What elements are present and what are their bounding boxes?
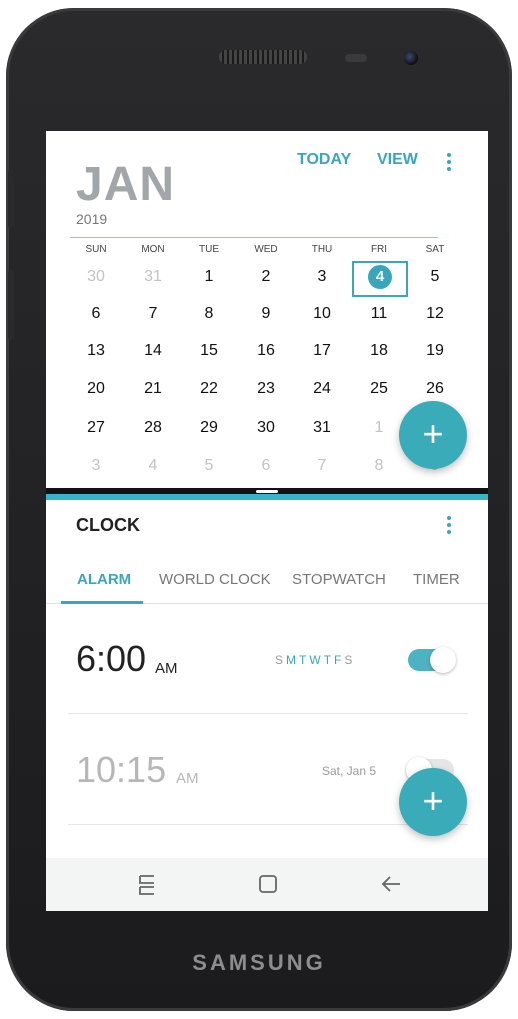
calendar-day[interactable]: 15 xyxy=(181,342,237,360)
calendar-day[interactable]: 19 xyxy=(407,342,463,360)
home-icon[interactable] xyxy=(258,874,278,894)
calendar-day[interactable]: 5 xyxy=(407,268,463,286)
alarm-toggle-on[interactable] xyxy=(408,647,456,673)
calendar-day[interactable]: 9 xyxy=(238,305,294,323)
calendar-day[interactable]: 29 xyxy=(181,419,237,437)
calendar-more-options-icon[interactable] xyxy=(447,153,451,174)
tab-world-clock[interactable]: WORLD CLOCK xyxy=(159,571,271,588)
back-icon[interactable] xyxy=(380,874,402,894)
calendar-day[interactable]: 7 xyxy=(294,457,350,475)
calendar-day[interactable]: 21 xyxy=(125,380,181,398)
calendar-day[interactable]: 6 xyxy=(238,457,294,475)
calendar-day[interactable]: 22 xyxy=(181,380,237,398)
divider-handle-icon[interactable] xyxy=(256,490,278,493)
calendar-year: 2019 xyxy=(76,211,108,227)
front-camera xyxy=(404,51,418,65)
earpiece-speaker xyxy=(219,50,307,64)
add-alarm-button[interactable]: + xyxy=(399,768,467,836)
alarm-ampm: AM xyxy=(155,660,178,677)
calendar-day[interactable]: 10 xyxy=(294,305,350,323)
tab-alarm[interactable]: ALARM xyxy=(77,571,131,588)
calendar-day[interactable]: 16 xyxy=(238,342,294,360)
active-tab-indicator xyxy=(61,601,143,604)
calendar-day[interactable]: 13 xyxy=(68,342,124,360)
calendar-day[interactable]: 3 xyxy=(294,268,350,286)
calendar-month: JAN xyxy=(76,158,176,211)
tab-timer[interactable]: TIMER xyxy=(413,571,460,588)
calendar-day[interactable]: 1 xyxy=(181,268,237,286)
today-button[interactable]: TODAY xyxy=(297,151,351,169)
calendar-day[interactable]: 31 xyxy=(125,268,181,286)
calendar-day[interactable]: 26 xyxy=(407,380,463,398)
alarm-date: Sat, Jan 5 xyxy=(322,764,377,778)
calendar-day[interactable]: 17 xyxy=(294,342,350,360)
calendar-day[interactable]: 5 xyxy=(181,457,237,475)
calendar-day[interactable]: 30 xyxy=(68,268,124,286)
navigation-bar xyxy=(46,858,488,911)
weekday-label: THU xyxy=(311,244,333,255)
calendar-day-today[interactable]: 4 xyxy=(368,265,392,289)
add-event-button[interactable]: + xyxy=(399,401,467,469)
bixby-button xyxy=(8,270,14,340)
calendar-day[interactable]: 30 xyxy=(238,419,294,437)
volume-button xyxy=(8,170,14,228)
alarm-time: 10:15 xyxy=(76,749,167,790)
calendar-day[interactable]: 23 xyxy=(238,380,294,398)
calendar-day[interactable]: 8 xyxy=(351,457,407,475)
proximity-sensor xyxy=(345,54,367,62)
calendar-day[interactable]: 18 xyxy=(351,342,407,360)
clock-title: CLOCK xyxy=(76,515,140,535)
alarm-repeat-days: SMTWTFS xyxy=(275,653,356,667)
view-button[interactable]: VIEW xyxy=(377,151,418,169)
weekday-label: SUN xyxy=(85,244,107,255)
weekday-label: MON xyxy=(141,244,165,255)
weekday-label: SAT xyxy=(425,244,445,255)
weekday-label: FRI xyxy=(370,244,388,255)
calendar-day[interactable]: 25 xyxy=(351,380,407,398)
recent-apps-icon[interactable] xyxy=(137,874,157,896)
calendar-day[interactable]: 8 xyxy=(181,305,237,323)
calendar-day[interactable]: 28 xyxy=(125,419,181,437)
alarm-ampm: AM xyxy=(176,770,199,787)
calendar-day[interactable]: 3 xyxy=(68,457,124,475)
weekday-label: TUE xyxy=(199,244,219,255)
calendar-day[interactable]: 27 xyxy=(68,419,124,437)
calendar-day[interactable]: 24 xyxy=(294,380,350,398)
calendar-day[interactable]: 7 xyxy=(125,305,181,323)
calendar-day[interactable]: 31 xyxy=(294,419,350,437)
calendar-day[interactable]: 2 xyxy=(238,268,294,286)
clock-more-options-icon[interactable] xyxy=(447,516,451,537)
calendar-day[interactable]: 14 xyxy=(125,342,181,360)
alarm-time: 6:00 xyxy=(76,638,147,679)
calendar-day[interactable]: 12 xyxy=(407,305,463,323)
tab-stopwatch[interactable]: STOPWATCH xyxy=(292,571,386,588)
active-window-indicator xyxy=(46,494,488,500)
calendar-day[interactable]: 11 xyxy=(351,305,407,323)
screen: JAN 2019 TODAY VIEW SUN MON TUE WED THU … xyxy=(46,131,488,911)
alarm-divider xyxy=(68,713,468,714)
weekday-label: WED xyxy=(254,244,278,255)
calendar-day[interactable]: 4 xyxy=(125,457,181,475)
brand-logo: SAMSUNG xyxy=(192,950,326,975)
calendar-header-rule xyxy=(70,237,438,238)
calendar-day[interactable]: 20 xyxy=(68,380,124,398)
calendar-day[interactable]: 6 xyxy=(68,305,124,323)
